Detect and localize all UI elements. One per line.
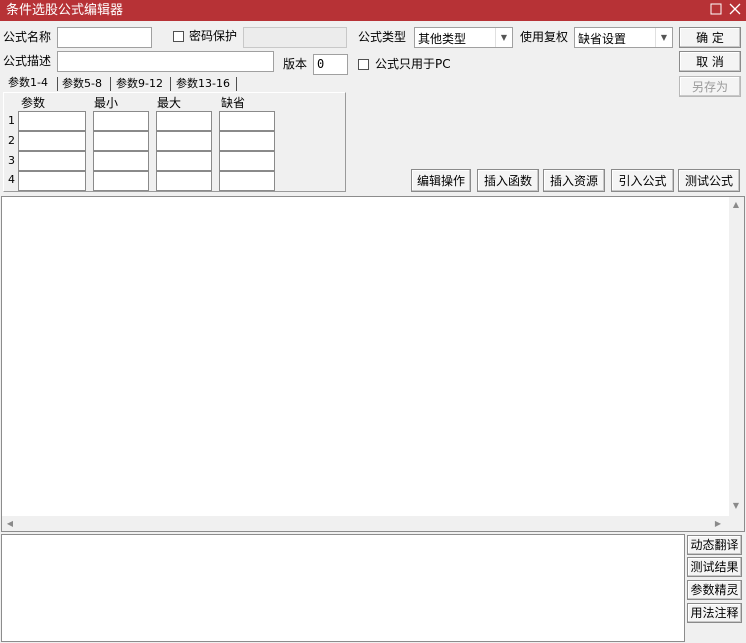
import-formula-button[interactable]: 引入公式 [611, 169, 674, 192]
param-default-input[interactable] [219, 131, 275, 151]
scroll-left-icon[interactable]: ◀ [4, 518, 16, 530]
tab-params-13-16[interactable]: 参数13-16 [176, 76, 230, 92]
param-max-input[interactable] [156, 171, 212, 191]
formula-desc-label: 公式描述 [3, 54, 52, 68]
scroll-up-icon[interactable]: ▲ [730, 199, 742, 211]
param-row-number: 1 [8, 114, 15, 127]
param-header-name: 参数 [21, 96, 46, 110]
param-header-max: 最大 [157, 96, 182, 110]
tab-divider [57, 77, 58, 91]
version-label: 版本 [283, 57, 308, 71]
tab-divider [110, 77, 111, 91]
save-as-button: 另存为 [679, 76, 741, 97]
rights-value: 缺省设置 [578, 32, 627, 46]
param-name-input[interactable] [18, 111, 86, 131]
password-input[interactable] [243, 27, 347, 48]
param-name-input[interactable] [18, 131, 86, 151]
close-icon[interactable] [729, 3, 741, 18]
param-name-input[interactable] [18, 151, 86, 171]
formula-type-label: 公式类型 [358, 30, 407, 44]
chevron-down-icon: ▼ [495, 28, 512, 47]
param-min-input[interactable] [93, 131, 149, 151]
insert-function-button[interactable]: 插入函数 [477, 169, 539, 192]
password-checkbox[interactable] [173, 31, 184, 42]
usage-notes-button[interactable]: 用法注释 [687, 603, 742, 623]
cancel-button[interactable]: 取 消 [679, 51, 741, 72]
test-formula-button[interactable]: 测试公式 [678, 169, 740, 192]
tab-params-9-12[interactable]: 参数9-12 [116, 76, 163, 92]
formula-type-value: 其他类型 [418, 32, 467, 46]
param-name-input[interactable] [18, 171, 86, 191]
insert-resource-button[interactable]: 插入资源 [543, 169, 605, 192]
param-min-input[interactable] [93, 151, 149, 171]
formula-type-select[interactable]: 其他类型 ▼ [414, 27, 513, 48]
param-max-input[interactable] [156, 131, 212, 151]
formula-name-label: 公式名称 [3, 30, 52, 44]
param-max-input[interactable] [156, 151, 212, 171]
scroll-right-icon[interactable]: ▶ [712, 518, 724, 530]
param-max-input[interactable] [156, 111, 212, 131]
edit-operation-button[interactable]: 编辑操作 [411, 169, 471, 192]
rights-select[interactable]: 缺省设置 ▼ [574, 27, 673, 48]
version-input[interactable]: 0 [313, 54, 348, 75]
pc-only-checkbox[interactable] [358, 59, 369, 70]
output-area[interactable] [1, 534, 685, 642]
param-row-number: 4 [8, 173, 15, 186]
dynamic-translate-button[interactable]: 动态翻译 [687, 535, 742, 555]
tab-divider [236, 77, 237, 91]
formula-editor[interactable]: ◀ ▶ ▲ ▼ [1, 196, 745, 532]
param-row-number: 2 [8, 134, 15, 147]
param-wizard-button[interactable]: 参数精灵 [687, 580, 742, 600]
param-default-input[interactable] [219, 151, 275, 171]
maximize-icon[interactable] [710, 3, 722, 18]
formula-desc-input[interactable] [57, 51, 274, 72]
pc-only-label: 公式只用于PC [375, 57, 451, 71]
formula-name-input[interactable] [57, 27, 152, 48]
param-default-input[interactable] [219, 171, 275, 191]
tab-params-5-8[interactable]: 参数5-8 [62, 76, 102, 92]
password-label: 密码保护 [189, 29, 238, 43]
param-min-input[interactable] [93, 171, 149, 191]
scroll-down-icon[interactable]: ▼ [730, 500, 742, 512]
param-header-min: 最小 [94, 96, 119, 110]
horizontal-scrollbar[interactable]: ◀ ▶ [2, 516, 744, 531]
rights-label: 使用复权 [520, 30, 569, 44]
param-header-default: 缺省 [221, 96, 246, 110]
param-default-input[interactable] [219, 111, 275, 131]
param-row-number: 3 [8, 154, 15, 167]
chevron-down-icon: ▼ [655, 28, 672, 47]
tab-divider [170, 77, 171, 91]
tab-params-1-4[interactable]: 参数1-4 [8, 75, 48, 91]
vertical-scrollbar[interactable]: ▲ ▼ [729, 197, 744, 516]
window-title: 条件选股公式编辑器 [6, 3, 124, 18]
ok-button[interactable]: 确 定 [679, 27, 741, 48]
param-min-input[interactable] [93, 111, 149, 131]
test-result-button[interactable]: 测试结果 [687, 557, 742, 577]
